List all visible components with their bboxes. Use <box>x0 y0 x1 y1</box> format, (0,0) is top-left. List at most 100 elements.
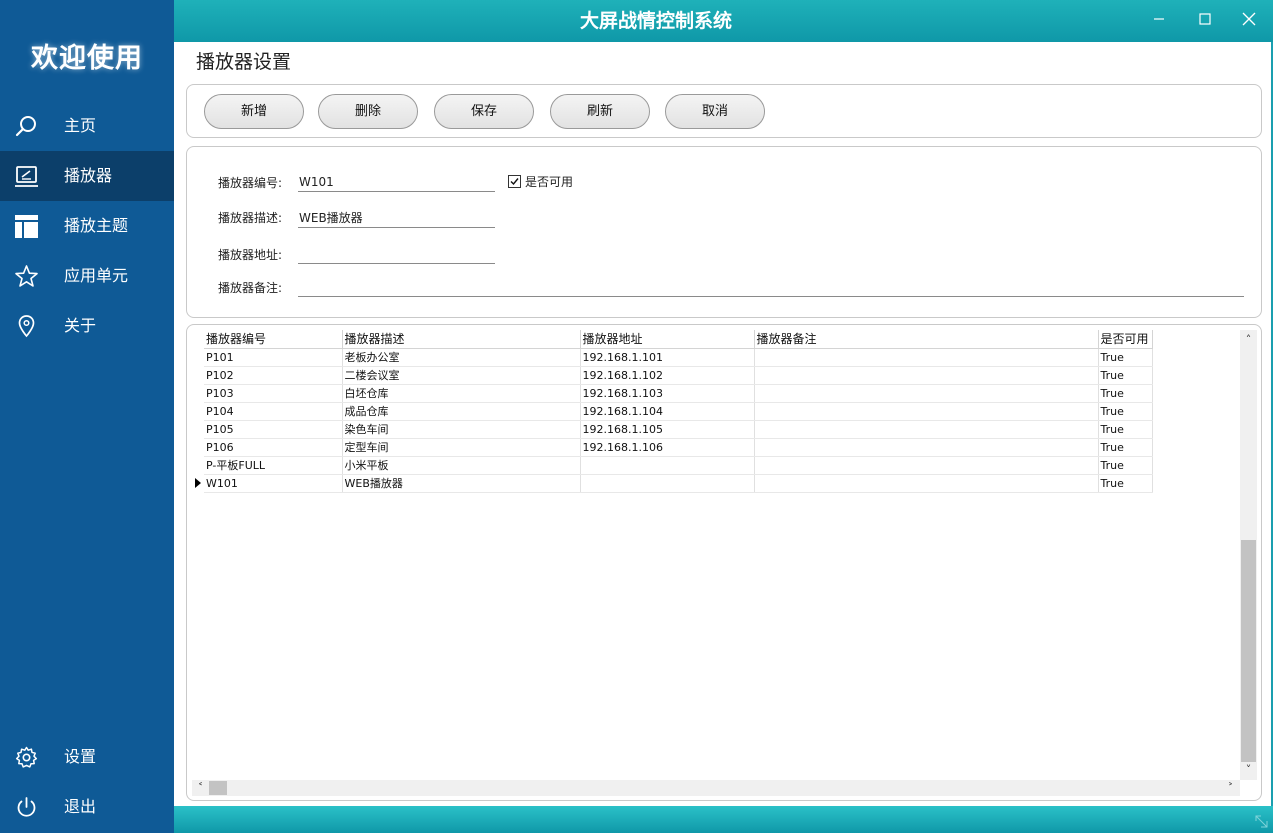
resize-grip-icon[interactable] <box>1253 813 1269 829</box>
table-cell[interactable]: 二楼会议室 <box>342 366 581 385</box>
scroll-right-icon[interactable]: ˃ <box>1222 781 1239 795</box>
table-cell[interactable]: 小米平板 <box>342 456 581 475</box>
enabled-checkbox[interactable] <box>508 175 521 188</box>
title-bar: 大屏战情控制系统 <box>174 0 1273 42</box>
horizontal-scroll-thumb[interactable] <box>209 781 227 795</box>
cancel-button[interactable]: 取消 <box>665 94 765 129</box>
sidebar-item-label: 退出 <box>64 797 97 816</box>
scroll-down-icon[interactable]: ˅ <box>1240 763 1257 777</box>
row-header[interactable] <box>192 474 204 492</box>
sidebar-item-about[interactable]: 关于 <box>0 301 174 351</box>
table-row[interactable]: P102 二楼会议室 192.168.1.102 True <box>192 366 1153 385</box>
vertical-scrollbar[interactable]: ˄ ˅ <box>1240 330 1257 780</box>
address-field[interactable] <box>298 244 495 264</box>
scroll-up-icon[interactable]: ˄ <box>1240 333 1257 347</box>
table-cell[interactable]: True <box>1098 438 1153 457</box>
remark-label: 播放器备注: <box>218 281 283 295</box>
table-cell[interactable] <box>754 402 1099 421</box>
table-cell[interactable]: 192.168.1.104 <box>580 402 755 421</box>
add-button[interactable]: 新增 <box>204 94 304 129</box>
table-cell[interactable]: True <box>1098 384 1153 403</box>
row-header[interactable] <box>192 402 204 420</box>
sidebar-item-label: 关于 <box>64 316 97 335</box>
sidebar-item-settings[interactable]: 设置 <box>0 732 174 782</box>
row-header[interactable] <box>192 384 204 402</box>
table-cell[interactable]: True <box>1098 348 1153 367</box>
power-icon <box>14 795 39 820</box>
table-cell[interactable] <box>754 456 1099 475</box>
table-row[interactable]: P105 染色车间 192.168.1.105 True <box>192 420 1153 439</box>
delete-button[interactable]: 删除 <box>318 94 418 129</box>
sidebar-item-app-unit[interactable]: 应用单元 <box>0 251 174 301</box>
desc-field[interactable] <box>298 208 495 228</box>
table-cell[interactable]: P101 <box>204 348 343 367</box>
table-cell[interactable]: 白坯仓库 <box>342 384 581 403</box>
table-cell[interactable]: P102 <box>204 366 343 385</box>
table-cell[interactable]: 192.168.1.102 <box>580 366 755 385</box>
table-row[interactable]: P104 成品仓库 192.168.1.104 True <box>192 402 1153 421</box>
table-cell[interactable]: True <box>1098 456 1153 475</box>
table-row[interactable]: W101 WEB播放器 True <box>192 474 1153 493</box>
table-row[interactable]: P103 白坯仓库 192.168.1.103 True <box>192 384 1153 403</box>
table-cell[interactable]: 染色车间 <box>342 420 581 439</box>
row-header[interactable] <box>192 348 204 366</box>
table-cell[interactable]: True <box>1098 366 1153 385</box>
code-field[interactable] <box>298 172 495 192</box>
table-cell[interactable]: 192.168.1.103 <box>580 384 755 403</box>
layout-icon <box>14 214 39 239</box>
refresh-button[interactable]: 刷新 <box>550 94 650 129</box>
row-header[interactable] <box>192 438 204 456</box>
table-cell[interactable]: True <box>1098 420 1153 439</box>
column-header[interactable]: 播放器地址 <box>580 330 755 349</box>
table-cell[interactable]: P106 <box>204 438 343 457</box>
sidebar-item-player[interactable]: 播放器 <box>0 151 174 201</box>
row-header[interactable] <box>192 366 204 384</box>
table-cell[interactable]: 192.168.1.106 <box>580 438 755 457</box>
table-cell[interactable]: W101 <box>204 474 343 493</box>
table-cell[interactable] <box>580 456 755 475</box>
table-cell[interactable] <box>754 366 1099 385</box>
table-cell[interactable]: 192.168.1.105 <box>580 420 755 439</box>
sidebar-item-exit[interactable]: 退出 <box>0 782 174 832</box>
table-cell[interactable]: 192.168.1.101 <box>580 348 755 367</box>
table-row[interactable]: P106 定型车间 192.168.1.106 True <box>192 438 1153 457</box>
search-icon <box>14 114 39 139</box>
column-header[interactable]: 播放器编号 <box>204 330 343 349</box>
table-cell[interactable] <box>754 474 1099 493</box>
table-cell[interactable] <box>754 420 1099 439</box>
table-cell[interactable]: P-平板FULL <box>204 456 343 475</box>
row-header[interactable] <box>192 456 204 474</box>
table-cell[interactable]: True <box>1098 474 1153 493</box>
scroll-left-icon[interactable]: ˂ <box>192 781 209 795</box>
table-cell[interactable] <box>754 384 1099 403</box>
location-pin-icon <box>14 314 39 339</box>
table-cell[interactable] <box>580 474 755 493</box>
table-cell[interactable]: P105 <box>204 420 343 439</box>
horizontal-scrollbar[interactable]: ˂ ˃ <box>192 780 1240 796</box>
sidebar-item-theme[interactable]: 播放主题 <box>0 201 174 251</box>
table-header-row: 播放器编号 播放器描述 播放器地址 播放器备注 是否可用 <box>192 330 1153 349</box>
minimize-button[interactable] <box>1144 6 1174 32</box>
column-header[interactable]: 播放器备注 <box>754 330 1099 349</box>
vertical-scroll-thumb[interactable] <box>1241 540 1256 762</box>
table-row[interactable]: P-平板FULL 小米平板 True <box>192 456 1153 475</box>
enabled-label: 是否可用 <box>525 175 574 189</box>
table-row[interactable]: P101 老板办公室 192.168.1.101 True <box>192 348 1153 367</box>
table-cell[interactable] <box>754 438 1099 457</box>
close-button[interactable] <box>1234 6 1264 32</box>
column-header[interactable]: 播放器描述 <box>342 330 581 349</box>
table-cell[interactable] <box>754 348 1099 367</box>
column-header[interactable]: 是否可用 <box>1098 330 1153 349</box>
table-cell[interactable]: True <box>1098 402 1153 421</box>
maximize-button[interactable] <box>1190 6 1220 32</box>
save-button[interactable]: 保存 <box>434 94 534 129</box>
remark-field[interactable] <box>298 277 1244 297</box>
table-cell[interactable]: P104 <box>204 402 343 421</box>
table-cell[interactable]: 定型车间 <box>342 438 581 457</box>
row-header[interactable] <box>192 420 204 438</box>
sidebar-item-home[interactable]: 主页 <box>0 101 174 151</box>
table-cell[interactable]: 成品仓库 <box>342 402 581 421</box>
table-cell[interactable]: 老板办公室 <box>342 348 581 367</box>
table-cell[interactable]: P103 <box>204 384 343 403</box>
table-cell[interactable]: WEB播放器 <box>342 474 581 493</box>
